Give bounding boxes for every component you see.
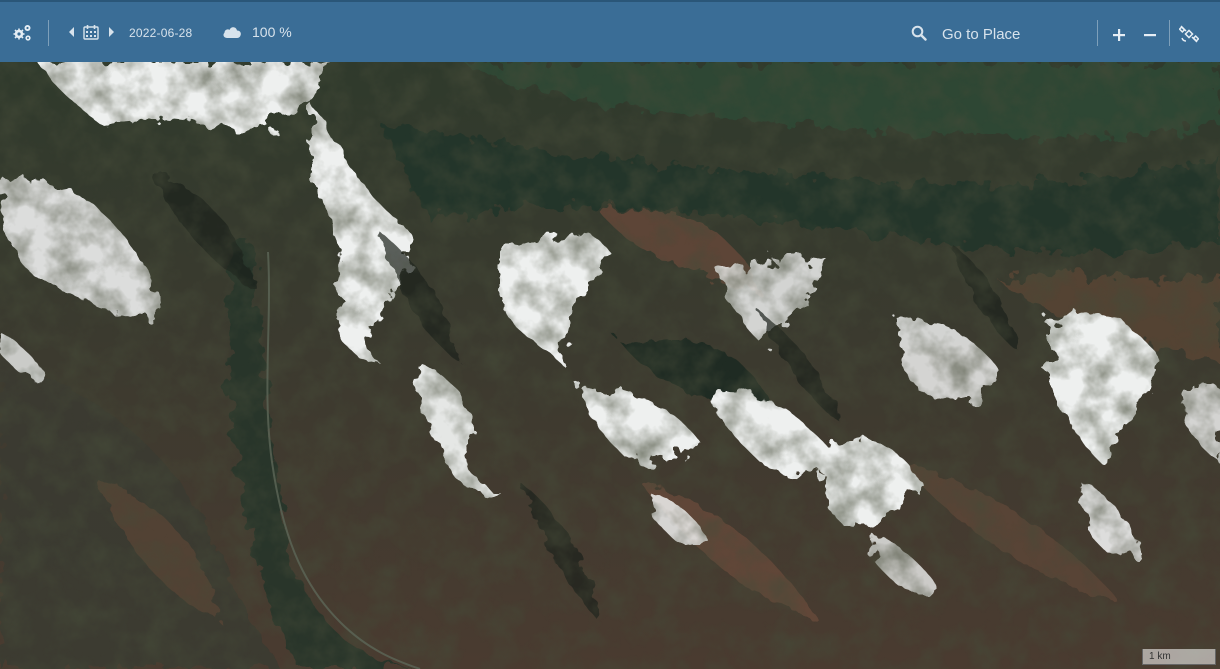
cloud-coverage-value: 100 % <box>252 24 292 40</box>
toolbar-divider <box>1169 20 1170 46</box>
previous-date-button[interactable] <box>66 24 78 40</box>
satellite-layer-button[interactable] <box>1178 23 1200 45</box>
calendar-button[interactable] <box>82 23 100 41</box>
caret-left-icon <box>69 27 74 37</box>
cloud-icon <box>223 27 241 38</box>
toolbar: 2022-06-28 100 % <box>0 0 1220 62</box>
toolbar-divider <box>1097 20 1098 46</box>
go-to-place-input[interactable] <box>942 22 1082 46</box>
search-button[interactable] <box>910 24 928 42</box>
plus-icon <box>1113 29 1125 41</box>
map-scale-bar: 1 km <box>1142 649 1216 665</box>
satellite-map[interactable]: 1 km <box>0 62 1220 669</box>
minus-icon <box>1144 34 1156 37</box>
zoom-in-button[interactable] <box>1108 24 1130 46</box>
caret-right-icon <box>109 27 114 37</box>
toolbar-divider <box>48 20 49 46</box>
next-date-button[interactable] <box>105 24 117 40</box>
search-icon <box>911 25 927 41</box>
zoom-out-button[interactable] <box>1139 24 1161 46</box>
selected-date[interactable]: 2022-06-28 <box>129 26 192 40</box>
satellite-imagery <box>0 62 1220 669</box>
calendar-icon <box>83 25 99 40</box>
settings-button[interactable] <box>10 21 36 45</box>
gear-icon <box>13 25 31 41</box>
satellite-icon <box>1179 25 1199 43</box>
cloud-coverage-button[interactable] <box>221 23 243 41</box>
